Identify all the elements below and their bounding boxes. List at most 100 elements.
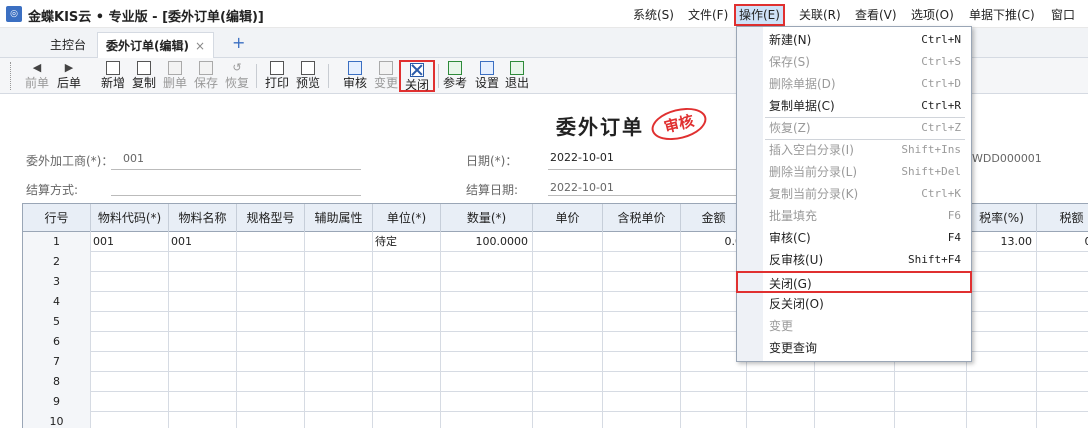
menu-item-4[interactable]: 恢复(Z) Ctrl+Z xyxy=(737,117,971,139)
grid-cell[interactable] xyxy=(305,372,373,392)
supplier-field[interactable]: 001 xyxy=(123,152,144,165)
col-header-aux-attr[interactable]: 辅助属性 xyxy=(305,204,373,232)
grid-cell[interactable]: 13.00 xyxy=(967,232,1037,252)
grid-cell[interactable] xyxy=(441,372,533,392)
grid-cell[interactable] xyxy=(1037,292,1088,312)
grid-cell[interactable] xyxy=(305,332,373,352)
grid-cell[interactable] xyxy=(91,392,169,412)
menu-window[interactable]: 窗口 xyxy=(1048,4,1078,26)
grid-cell[interactable] xyxy=(237,252,305,272)
grid-cell[interactable] xyxy=(533,292,603,312)
grid-cell[interactable] xyxy=(373,332,441,352)
grid-cell[interactable] xyxy=(169,332,237,352)
grid-cell[interactable] xyxy=(1037,252,1088,272)
grid-cell[interactable] xyxy=(895,392,967,412)
grid-cell[interactable] xyxy=(533,232,603,252)
grid-cell[interactable] xyxy=(1037,272,1088,292)
grid-cell[interactable] xyxy=(533,372,603,392)
grid-cell[interactable] xyxy=(1037,392,1088,412)
grid-cell[interactable] xyxy=(91,372,169,392)
grid-cell[interactable]: 0.0 xyxy=(1037,232,1088,252)
grid-cell[interactable] xyxy=(441,252,533,272)
grid-cell[interactable] xyxy=(305,252,373,272)
grid-cell[interactable] xyxy=(967,352,1037,372)
exit-button[interactable]: 退出 xyxy=(502,60,532,92)
grid-cell[interactable] xyxy=(533,272,603,292)
grid-cell[interactable] xyxy=(373,352,441,372)
grid-cell[interactable] xyxy=(815,392,895,412)
grid-cell[interactable] xyxy=(967,332,1037,352)
grid-cell[interactable] xyxy=(91,292,169,312)
grid-cell[interactable] xyxy=(169,412,237,428)
grid-cell[interactable] xyxy=(91,252,169,272)
tab-subcontract-order[interactable]: 委外订单(编辑) × xyxy=(97,32,215,58)
menu-item-1[interactable]: 保存(S) Ctrl+S xyxy=(737,51,971,73)
menu-item-8[interactable]: 批量填充 F6 xyxy=(737,205,971,227)
grid-cell[interactable] xyxy=(603,412,681,428)
grid-cell[interactable] xyxy=(1037,372,1088,392)
grid-cell[interactable] xyxy=(441,272,533,292)
grid-cell[interactable] xyxy=(373,412,441,428)
menu-item-7[interactable]: 复制当前分录(K) Ctrl+K xyxy=(737,183,971,205)
toolbar-grip[interactable] xyxy=(10,62,13,90)
grid-cell[interactable] xyxy=(441,312,533,332)
grid-cell[interactable] xyxy=(681,412,747,428)
grid-cell[interactable] xyxy=(967,252,1037,272)
grid-cell[interactable] xyxy=(91,352,169,372)
grid-cell[interactable] xyxy=(441,292,533,312)
grid-cell[interactable] xyxy=(441,392,533,412)
grid-cell[interactable] xyxy=(237,392,305,412)
grid-cell[interactable] xyxy=(237,352,305,372)
col-header-spec[interactable]: 规格型号 xyxy=(237,204,305,232)
grid-cell[interactable] xyxy=(603,292,681,312)
grid-cell[interactable] xyxy=(305,312,373,332)
grid-cell[interactable] xyxy=(603,352,681,372)
grid-cell[interactable] xyxy=(169,312,237,332)
grid-cell[interactable] xyxy=(373,372,441,392)
grid-cell[interactable] xyxy=(967,292,1037,312)
grid-cell[interactable] xyxy=(305,292,373,312)
grid-cell[interactable] xyxy=(91,412,169,428)
grid-cell[interactable] xyxy=(237,232,305,252)
table-row[interactable]: 9 xyxy=(23,392,1088,412)
grid-cell[interactable] xyxy=(603,312,681,332)
grid-cell[interactable] xyxy=(237,372,305,392)
grid-cell[interactable] xyxy=(967,372,1037,392)
grid-cell[interactable] xyxy=(533,392,603,412)
grid-cell[interactable] xyxy=(895,412,967,428)
grid-cell[interactable] xyxy=(441,412,533,428)
grid-cell[interactable] xyxy=(373,272,441,292)
grid-cell[interactable] xyxy=(895,372,967,392)
grid-cell[interactable] xyxy=(373,292,441,312)
table-row[interactable]: 10 xyxy=(23,412,1088,428)
grid-cell[interactable] xyxy=(1037,352,1088,372)
grid-cell[interactable] xyxy=(237,312,305,332)
doc-number-field[interactable]: WDD000001 xyxy=(972,152,1042,165)
grid-cell[interactable]: 待定 xyxy=(373,232,441,252)
grid-cell[interactable] xyxy=(305,272,373,292)
grid-cell[interactable] xyxy=(533,312,603,332)
grid-cell[interactable] xyxy=(533,352,603,372)
add-tab-icon[interactable]: + xyxy=(224,30,253,56)
grid-cell[interactable] xyxy=(681,392,747,412)
close-doc-button[interactable]: 关闭 xyxy=(399,60,435,92)
tab-console[interactable]: 主控台 xyxy=(42,32,94,58)
grid-cell[interactable] xyxy=(747,412,815,428)
grid-cell[interactable]: 100.0000 xyxy=(441,232,533,252)
grid-cell[interactable] xyxy=(169,372,237,392)
menu-item-14[interactable]: 变更查询 xyxy=(737,337,971,359)
next-doc-button[interactable]: ▶ 后单 xyxy=(54,60,84,92)
grid-cell[interactable]: 001 xyxy=(169,232,237,252)
preview-button[interactable]: 预览 xyxy=(293,60,323,92)
col-header-tax-amount[interactable]: 税额 xyxy=(1037,204,1088,232)
menu-item-13[interactable]: 变更 xyxy=(737,315,971,337)
grid-cell[interactable] xyxy=(1037,312,1088,332)
grid-cell[interactable] xyxy=(169,252,237,272)
grid-cell[interactable] xyxy=(1037,332,1088,352)
col-header-price[interactable]: 单价 xyxy=(533,204,603,232)
menu-item-6[interactable]: 删除当前分录(L) Shift+Del xyxy=(737,161,971,183)
grid-cell[interactable] xyxy=(1037,412,1088,428)
grid-cell[interactable] xyxy=(967,392,1037,412)
grid-cell[interactable] xyxy=(91,332,169,352)
grid-cell[interactable] xyxy=(747,392,815,412)
